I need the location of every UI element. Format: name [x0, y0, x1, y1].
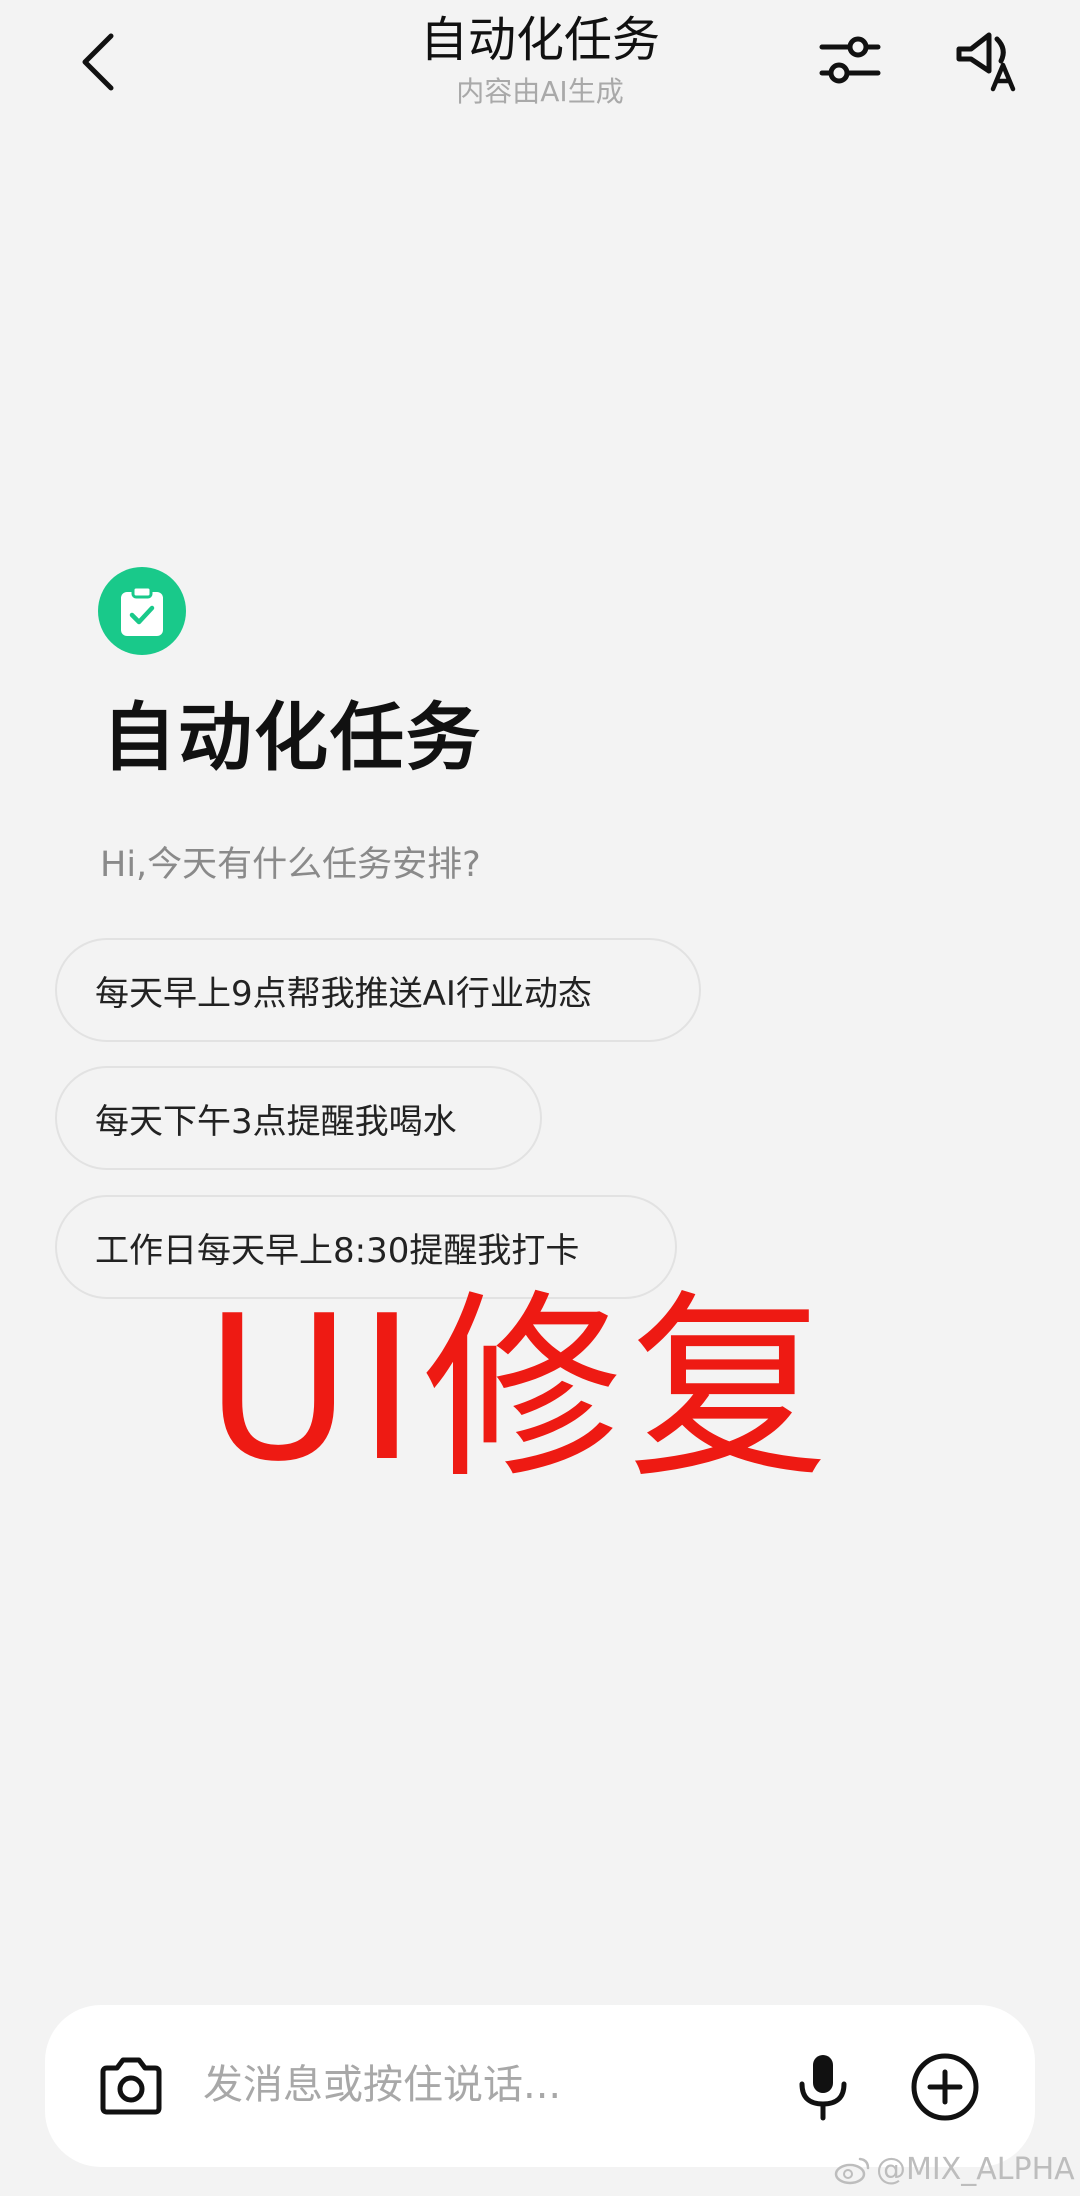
weibo-icon	[834, 2157, 870, 2185]
message-input-bar	[45, 2005, 1035, 2167]
suggestion-chip[interactable]: 每天早上9点帮我推送AI行业动态	[55, 938, 701, 1042]
speaker-translate-icon	[956, 32, 1016, 92]
microphone-icon	[799, 2055, 847, 2121]
add-attachment-button[interactable]	[907, 2049, 983, 2125]
voice-broadcast-button[interactable]	[948, 22, 1024, 98]
voice-input-button[interactable]	[785, 2049, 861, 2125]
camera-button[interactable]	[93, 2050, 169, 2122]
intro-greeting: Hi,今天有什么任务安排?	[100, 845, 481, 885]
suggestion-chip[interactable]: 每天下午3点提醒我喝水	[55, 1066, 542, 1170]
automation-app-icon	[98, 567, 186, 655]
sliders-icon	[819, 36, 881, 84]
settings-button[interactable]	[812, 22, 888, 98]
watermark: @MIX_ALPHA	[834, 2150, 1075, 2190]
intro-title: 自动化任务	[102, 695, 482, 781]
page-title: 自动化任务	[419, 12, 660, 68]
watermark-text: @MIX_ALPHA	[876, 2152, 1075, 2187]
top-bar: 自动化任务 内容由AI生成	[0, 0, 1080, 130]
clipboard-check-icon	[121, 585, 163, 636]
overlay-annotation-text: UI修复	[205, 1273, 835, 1506]
page-subtitle: 内容由AI生成	[456, 75, 624, 108]
message-input[interactable]	[203, 2053, 763, 2117]
plus-circle-icon	[911, 2053, 979, 2121]
camera-icon	[100, 2057, 162, 2115]
